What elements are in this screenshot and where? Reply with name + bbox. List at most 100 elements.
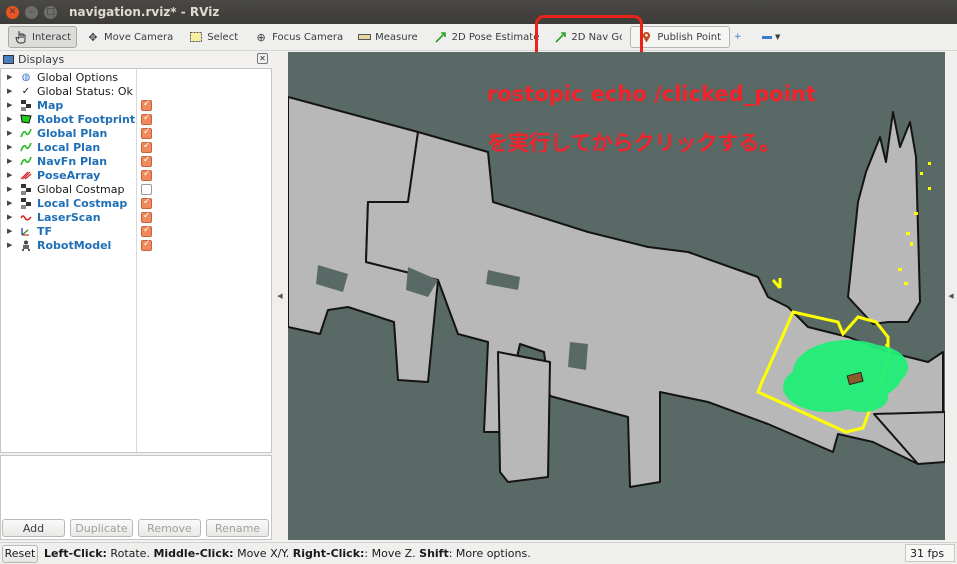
rename-button[interactable]: Rename [206,519,269,537]
crosshair-icon: + [734,32,742,42]
navfn-plan-checkbox[interactable] [141,155,152,167]
window-maximize-button[interactable]: □ [44,5,57,19]
expand-arrow-icon[interactable]: ▶ [7,241,17,249]
fps-readout: 31 fps [905,544,955,562]
globe-icon: ◍ [21,71,31,83]
expand-arrow-icon[interactable]: ▶ [7,227,17,235]
displays-tree: ▶ ◍ Global Options ▶ ✓ Global Status: Ok… [0,68,272,453]
remove-button[interactable]: Remove [138,519,201,537]
green-arrow-icon [555,30,567,44]
check-icon: ✓ [21,85,31,97]
robot-model-checkbox[interactable] [141,239,152,251]
display-item-robot-model[interactable]: ▶ RobotModel [1,238,271,252]
reset-button[interactable]: Reset [2,544,38,563]
window-minimize-button[interactable]: – [25,5,38,19]
tool-measure[interactable]: Measure [352,26,423,48]
display-item-laser-scan[interactable]: ▶ LaserScan [1,210,271,224]
display-item-global-costmap[interactable]: ▶ Global Costmap [1,182,271,196]
display-item-navfn-plan[interactable]: ▶ NavFn Plan [1,154,271,168]
move-camera-icon: ✥ [88,30,98,44]
mouse-hint-text: Left-Click: Rotate. Middle-Click: Move X… [44,547,531,560]
global-plan-checkbox[interactable] [141,127,152,139]
minimize-icon: – [29,6,34,17]
local-plan-checkbox[interactable] [141,141,152,153]
map-checkbox[interactable] [141,99,152,111]
tool-interact[interactable]: Interact [8,26,78,48]
duplicate-button[interactable]: Duplicate [70,519,133,537]
map-render [288,96,945,488]
expand-arrow-icon[interactable]: ▶ [7,157,17,165]
monitor-icon [3,54,14,64]
display-item-local-plan[interactable]: ▶ Local Plan [1,140,271,154]
tf-checkbox[interactable] [141,225,152,237]
left-splitter[interactable]: ◀ [272,52,288,540]
maximize-icon: □ [46,6,55,17]
tool-focus-camera[interactable]: ⊕ Focus Camera [249,26,348,48]
map-icon [19,99,33,111]
expand-arrow-icon[interactable]: ▶ [7,199,17,207]
minus-icon [762,35,773,39]
map-icon [19,183,33,195]
display-item-global-status[interactable]: ▶ ✓ Global Status: Ok [1,84,271,98]
render-viewport[interactable]: rostopic echo /clicked_point を実行してからクリック… [288,52,945,540]
focus-camera-icon: ⊕ [256,30,266,44]
display-item-pose-array[interactable]: ▶ PoseArray [1,168,271,182]
collapse-left-icon: ◀ [277,292,283,300]
pose-array-checkbox[interactable] [141,169,152,181]
path-icon [19,155,33,167]
tool-publish-point[interactable]: Publish Point [630,26,731,48]
expand-arrow-icon[interactable]: ▶ [7,185,17,193]
expand-arrow-icon[interactable]: ▶ [7,101,17,109]
laser-scan-checkbox[interactable] [141,211,152,223]
right-splitter[interactable]: ◀ [945,52,957,540]
toolbar-add-tool-menu[interactable]: ▼ [762,26,780,48]
expand-arrow-icon[interactable]: ▶ [7,171,17,179]
tool-select[interactable]: Select [184,26,243,48]
displays-panel: Displays ✕ ▶ ◍ Global Options ▶ ✓ Global… [0,51,272,542]
robot-model-icon [19,239,33,251]
display-item-tf[interactable]: ▶ TF [1,224,271,238]
expand-arrow-icon[interactable]: ▶ [7,129,17,137]
window-title: navigation.rviz* - RViz [69,5,220,19]
panel-close-button[interactable]: ✕ [257,53,268,64]
map-pin-icon [639,30,653,44]
collapse-right-icon: ◀ [948,292,954,300]
local-costmap-checkbox[interactable] [141,197,152,209]
window-close-button[interactable]: ✕ [6,5,19,19]
global-costmap-checkbox[interactable] [141,183,152,195]
display-item-map[interactable]: ▶ Map [1,98,271,112]
hand-icon [14,30,28,44]
add-button[interactable]: Add [2,519,65,537]
status-bar: Reset Left-Click: Rotate. Middle-Click: … [0,542,957,564]
tool-2d-pose-estimate[interactable]: 2D Pose Estimate [429,26,545,48]
path-icon [19,127,33,139]
expand-arrow-icon[interactable]: ▶ [7,143,17,151]
displays-panel-header: Displays ✕ [0,51,272,67]
pose-array-icon [19,169,33,181]
display-item-local-costmap[interactable]: ▶ Local Costmap [1,196,271,210]
tool-2d-nav-goal[interactable]: 2D Nav Goal [550,26,622,48]
path-icon [19,141,33,153]
polygon-icon [19,113,33,125]
annotation-line-2: を実行してからクリックする。 [487,131,781,155]
robot-footprint-checkbox[interactable] [141,113,152,125]
tools-toolbar: Interact ✥ Move Camera Select ⊕ Focus Ca… [0,24,957,51]
display-item-global-options[interactable]: ▶ ◍ Global Options [1,70,271,84]
tool-move-camera[interactable]: ✥ Move Camera [81,26,178,48]
display-item-robot-footprint[interactable]: ▶ Robot Footprint [1,112,271,126]
displays-panel-title: Displays [18,52,65,66]
expand-arrow-icon[interactable]: ▶ [7,115,17,123]
expand-arrow-icon[interactable]: ▶ [7,87,17,95]
select-icon [189,30,203,44]
ruler-icon [357,30,371,44]
title-bar: ✕ – □ navigation.rviz* - RViz [0,0,957,24]
expand-arrow-icon[interactable]: ▶ [7,73,17,81]
tf-icon [19,225,33,237]
green-arrow-icon [434,30,448,44]
close-icon: ✕ [8,6,17,17]
toolbar-extra-tool[interactable]: + [734,26,744,48]
expand-arrow-icon[interactable]: ▶ [7,213,17,221]
annotation-line-1: rostopic echo /clicked_point [487,82,816,106]
display-item-global-plan[interactable]: ▶ Global Plan [1,126,271,140]
laser-scan-icon [19,211,33,223]
